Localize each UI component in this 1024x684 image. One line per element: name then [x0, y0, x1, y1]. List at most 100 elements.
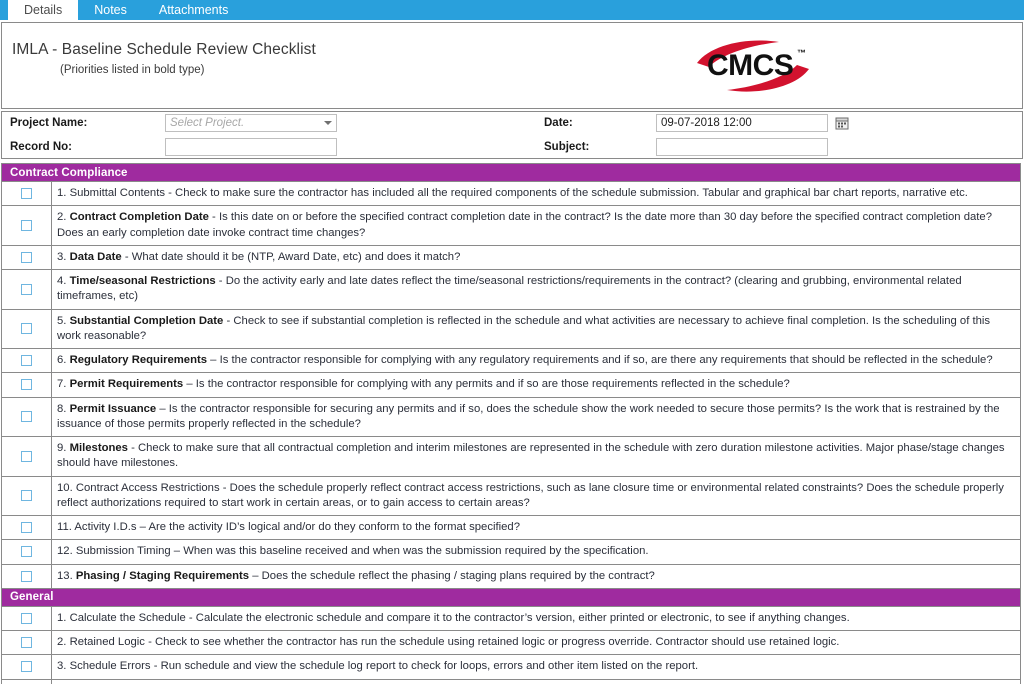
checkbox[interactable] [21, 411, 32, 423]
checkbox[interactable] [21, 323, 32, 335]
tab-details[interactable]: Details [8, 0, 79, 20]
item-term: Phasing / Staging Requirements [75, 569, 250, 582]
tab-bar: Details Notes Attachments [0, 0, 1024, 20]
calendar-icon[interactable] [835, 116, 849, 130]
tab-notes-label: Notes [94, 2, 127, 17]
checklist-item-text: 5. Substantial Completion Date - Check t… [52, 310, 1020, 349]
section-title: General [10, 591, 54, 604]
checklist-item-text: 12. Submission Timing – When was this ba… [52, 540, 1020, 563]
table-row: 8. Permit Issuance – Is the contractor r… [2, 397, 1020, 437]
checkbox[interactable] [21, 220, 32, 231]
record-no-row: Record No: [10, 138, 514, 156]
item-description: – Are the activity ID’s logical and/or d… [136, 521, 520, 533]
checkbox-cell[interactable] [2, 606, 52, 630]
table-row: 11. Activity I.D.s – Are the activity ID… [2, 516, 1020, 541]
record-no-label: Record No: [10, 141, 72, 153]
item-number: 10. [57, 481, 76, 494]
checkbox[interactable] [21, 490, 32, 502]
date-label: Date: [544, 117, 573, 129]
table-row: 10. Contract Access Restrictions - Does … [2, 476, 1020, 516]
checkbox-cell[interactable] [2, 182, 52, 206]
checkbox[interactable] [21, 522, 32, 534]
record-no-input[interactable] [165, 138, 337, 156]
subject-label: Subject: [544, 141, 590, 153]
item-number: 7. [57, 378, 70, 391]
section-header: Contract Compliance [2, 164, 1020, 182]
item-description: - Check to see whether the contractor ha… [144, 636, 840, 648]
checkbox[interactable] [21, 188, 32, 200]
item-term: Contract Completion Date [69, 211, 209, 224]
date-input[interactable]: 09-07-2018 12:00 [656, 114, 828, 132]
checkbox[interactable] [21, 450, 32, 462]
checkbox-cell[interactable] [2, 631, 52, 655]
table-row: 1. Submittal Contents - Check to make su… [2, 182, 1020, 207]
item-description: - Run schedule and view the schedule log… [150, 660, 699, 673]
item-number: 2. [57, 211, 70, 224]
tab-attachments[interactable]: Attachments [143, 0, 244, 20]
checklist-item-text: 11. Activity I.D.s – Are the activity ID… [52, 516, 1020, 539]
checklist-item-text: 1. Calculate the Schedule - Calculate th… [52, 607, 1020, 630]
item-number: 12. [57, 545, 76, 558]
checkbox[interactable] [21, 612, 32, 624]
item-description: - Check to make sure the contractor has … [165, 187, 968, 199]
checklist-item-text: 4. Imposed Finish Date - For information… [52, 680, 1020, 684]
checkbox-cell[interactable] [2, 206, 52, 245]
item-number: 5. [57, 314, 70, 327]
item-term: Regulatory Requirements [69, 354, 208, 366]
table-row: 3. Schedule Errors - Run schedule and vi… [2, 655, 1020, 680]
item-term: Calculate the Schedule [69, 611, 186, 624]
item-number: 3. [57, 660, 70, 673]
checkbox[interactable] [21, 355, 32, 367]
item-term: Time/seasonal Restrictions [69, 275, 216, 287]
checkbox-cell[interactable] [2, 437, 52, 476]
checkbox[interactable] [21, 379, 32, 391]
checkbox[interactable] [21, 661, 32, 673]
checkbox-cell[interactable] [2, 540, 52, 564]
form-column-left: Project Name: Select Project. Record No: [2, 114, 514, 156]
tab-notes[interactable]: Notes [78, 0, 143, 20]
item-number: 9. [57, 442, 70, 454]
checklist-item-text: 6. Regulatory Requirements – Is the cont… [52, 349, 1020, 372]
checkbox[interactable] [21, 283, 32, 295]
cmcs-logo-tm: ™ [797, 48, 806, 58]
item-description: – Is the contractor responsible for secu… [57, 402, 1000, 430]
table-row: 13. Phasing / Staging Requirements – Doe… [2, 564, 1020, 589]
checkbox[interactable] [21, 570, 32, 582]
item-description: – Is the contractor responsible for comp… [207, 354, 993, 366]
item-number: 1. [57, 611, 70, 624]
title-group: IMLA - Baseline Schedule Review Checklis… [2, 41, 316, 76]
checkbox-cell[interactable] [2, 309, 52, 348]
chevron-down-icon[interactable] [324, 121, 332, 125]
cmcs-logo: CMCS ™ [687, 37, 827, 95]
page-subtitle: (Priorities listed in bold type) [60, 64, 205, 77]
checkbox-cell[interactable] [2, 349, 52, 373]
checkbox-cell[interactable] [2, 679, 52, 684]
checkbox-cell[interactable] [2, 655, 52, 679]
checkbox[interactable] [21, 546, 32, 558]
item-term: Milestones [69, 442, 128, 454]
item-number: 11. [57, 521, 75, 533]
table-row: 5. Substantial Completion Date - Check t… [2, 309, 1020, 349]
checkbox-cell[interactable] [2, 564, 52, 588]
item-term: Data Date [69, 250, 122, 263]
item-description: - Calculate the electronic schedule and … [185, 611, 850, 624]
item-description: – Does the schedule reflect the phasing … [249, 569, 655, 582]
checkbox[interactable] [21, 637, 32, 649]
checkbox-cell[interactable] [2, 270, 52, 309]
checkbox-cell[interactable] [2, 516, 52, 540]
item-term: Submittal Contents [69, 187, 166, 199]
project-name-select[interactable]: Select Project. [165, 114, 337, 132]
checklist-table: Contract Compliance 1. Submittal Contents… [1, 163, 1021, 684]
item-number: 6. [57, 354, 70, 366]
checkbox-cell[interactable] [2, 397, 52, 436]
form-page: IMLA - Baseline Schedule Review Checklis… [0, 20, 1024, 684]
section-title: Contract Compliance [10, 166, 128, 179]
checkbox-cell[interactable] [2, 245, 52, 269]
date-value: 09-07-2018 12:00 [661, 117, 752, 129]
checkbox[interactable] [21, 251, 32, 263]
subject-input[interactable] [656, 138, 828, 156]
checkbox-cell[interactable] [2, 476, 52, 515]
checkbox-cell[interactable] [2, 373, 52, 397]
table-row: 4. Imposed Finish Date - For information… [2, 679, 1020, 684]
table-row: 2. Retained Logic - Check to see whether… [2, 631, 1020, 656]
